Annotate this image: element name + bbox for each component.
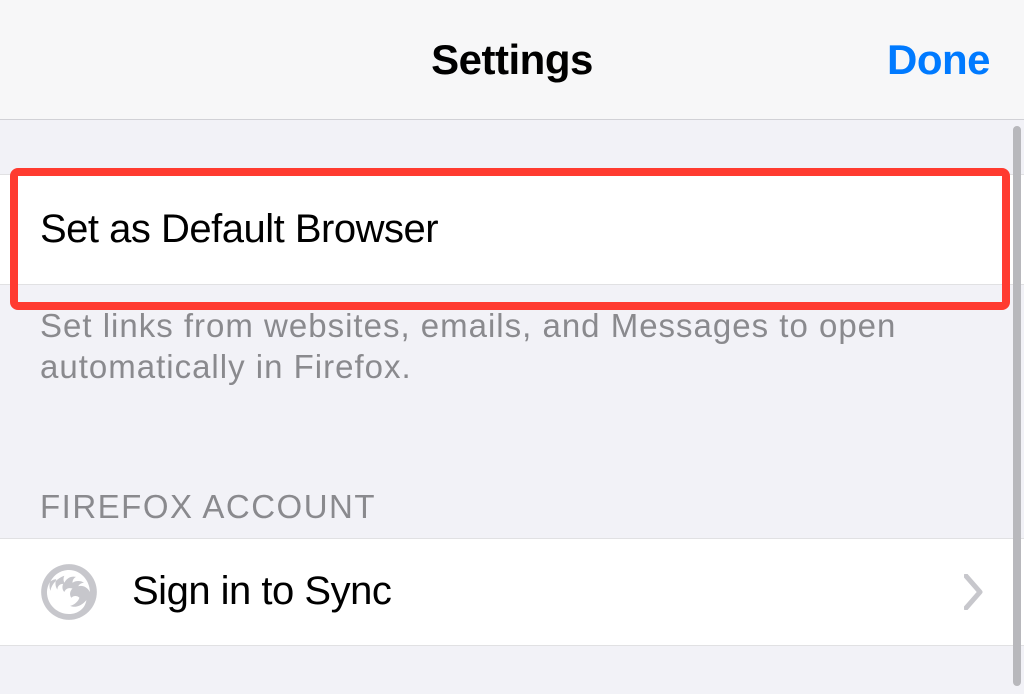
chevron-right-icon: [964, 574, 984, 610]
set-default-browser-cell[interactable]: Set as Default Browser: [0, 174, 1024, 285]
settings-header: Settings Done: [0, 0, 1024, 120]
firefox-icon: [40, 563, 98, 621]
scrollbar[interactable]: [1013, 126, 1021, 686]
settings-content: Set as Default Browser Set links from we…: [0, 120, 1024, 646]
set-default-browser-label: Set as Default Browser: [40, 207, 438, 252]
sign-in-sync-cell[interactable]: Sign in to Sync: [0, 538, 1024, 646]
default-browser-description: Set links from websites, emails, and Mes…: [0, 285, 1024, 388]
page-title: Settings: [431, 36, 593, 84]
firefox-account-section-header: FIREFOX ACCOUNT: [0, 388, 1024, 538]
sign-in-sync-label: Sign in to Sync: [132, 569, 391, 614]
done-button[interactable]: Done: [887, 36, 990, 84]
